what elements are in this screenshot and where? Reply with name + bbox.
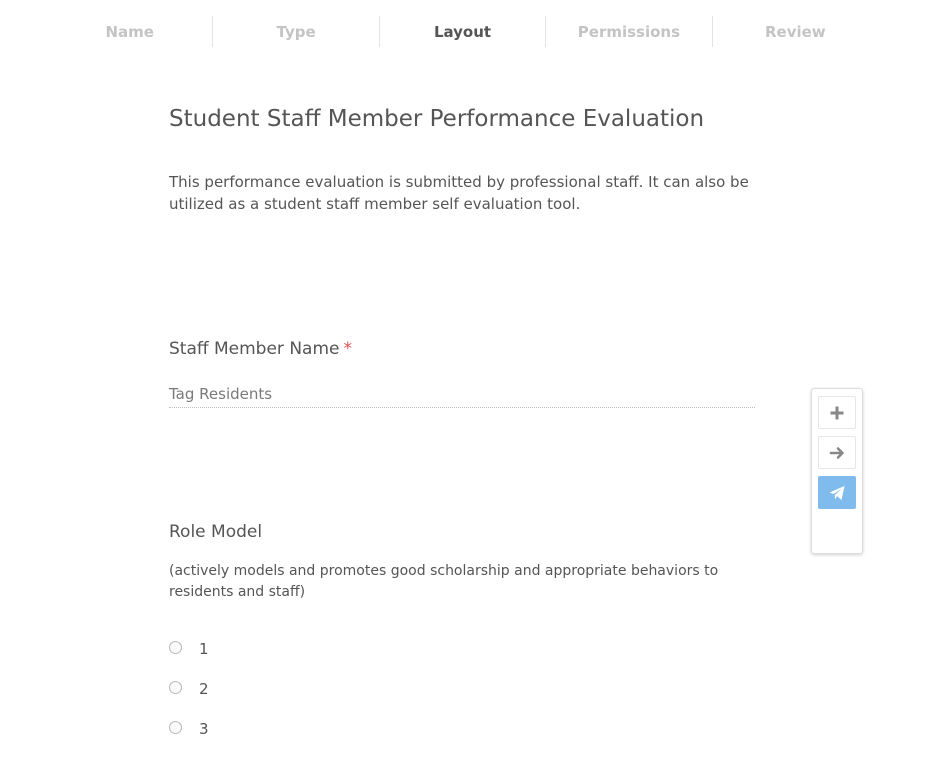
publish-button[interactable] bbox=[818, 476, 856, 509]
step-name[interactable]: Name bbox=[47, 16, 212, 47]
staff-member-name-label-text: Staff Member Name bbox=[169, 339, 340, 359]
role-model-option-3[interactable]: 3 bbox=[169, 715, 209, 739]
tag-residents-input[interactable] bbox=[169, 381, 755, 408]
role-model-option-1[interactable]: 1 bbox=[169, 635, 209, 659]
radio-button[interactable] bbox=[169, 640, 182, 654]
step-layout[interactable]: Layout bbox=[378, 16, 545, 47]
role-model-option-2[interactable]: 2 bbox=[169, 675, 209, 699]
radio-label: 2 bbox=[199, 680, 209, 698]
paper-plane-icon bbox=[829, 485, 845, 500]
role-model-help: (actively models and promotes good schol… bbox=[169, 563, 719, 600]
role-model-label: Role Model bbox=[169, 522, 263, 542]
required-marker: * bbox=[343, 339, 352, 359]
radio-button[interactable] bbox=[169, 720, 182, 734]
wizard-steps: Name Type Layout Permissions Review bbox=[47, 16, 878, 47]
next-button[interactable] bbox=[818, 436, 856, 469]
plus-icon bbox=[830, 406, 844, 419]
form-description: This performance evaluation is submitted… bbox=[169, 173, 749, 213]
step-permissions[interactable]: Permissions bbox=[545, 16, 711, 47]
arrow-right-icon bbox=[829, 446, 844, 459]
floating-toolbar bbox=[811, 388, 863, 554]
step-type[interactable]: Type bbox=[212, 16, 378, 47]
staff-member-name-label: Staff Member Name * bbox=[169, 339, 352, 359]
form-title: Student Staff Member Performance Evaluat… bbox=[169, 106, 705, 132]
radio-button[interactable] bbox=[169, 680, 182, 694]
radio-label: 1 bbox=[199, 640, 209, 658]
radio-label: 3 bbox=[199, 720, 209, 738]
add-field-button[interactable] bbox=[818, 396, 856, 429]
step-review[interactable]: Review bbox=[711, 16, 878, 47]
